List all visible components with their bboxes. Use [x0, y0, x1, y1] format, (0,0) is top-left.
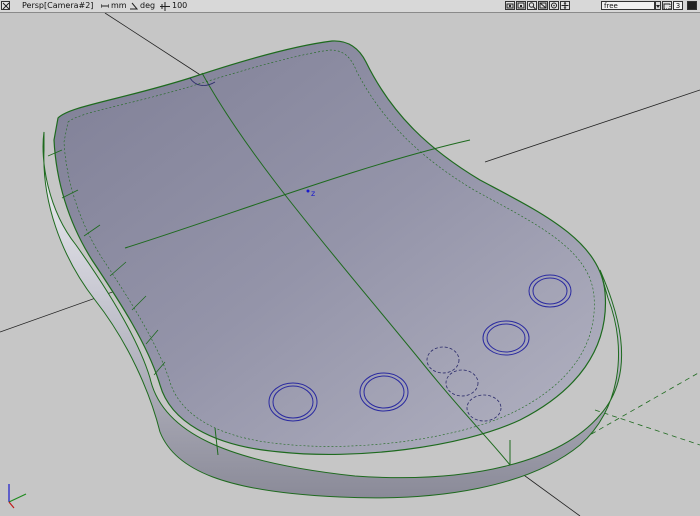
perspective-viewport[interactable]: z	[0, 13, 700, 516]
camera-icon	[506, 3, 514, 9]
zoom-extents-icon	[539, 2, 547, 9]
length-unit-label: mm	[111, 1, 127, 10]
zoom-extents-button[interactable]	[538, 1, 548, 10]
viewport-canvas[interactable]: z	[0, 13, 700, 516]
zoom-button[interactable]	[527, 1, 537, 10]
fit-view-icon	[663, 3, 671, 10]
orbit-button[interactable]	[549, 1, 559, 10]
viewport-toolbar: Persp[Camera#2] mm deg 100 free 3	[0, 0, 700, 13]
axis-label: z	[311, 189, 315, 198]
pan-icon	[561, 2, 569, 9]
zoom-window-icon	[517, 2, 525, 9]
scale-unit-label: 100	[172, 1, 188, 10]
length-icon	[101, 4, 109, 8]
scale-unit[interactable]: 100	[160, 0, 187, 12]
angle-icon	[130, 2, 138, 10]
zoom-icon	[528, 2, 536, 9]
fit-view-button[interactable]	[662, 1, 672, 10]
zoom-window-button[interactable]	[516, 1, 526, 10]
view-tools	[505, 1, 570, 10]
angle-unit-label: deg	[140, 1, 156, 10]
orbit-icon	[551, 2, 557, 9]
maximize-viewport-button[interactable]	[687, 1, 697, 10]
view-mode-select[interactable]: free	[601, 1, 655, 10]
layer-count-field[interactable]: 3	[673, 1, 683, 10]
length-unit[interactable]: mm	[101, 0, 127, 12]
close-icon	[2, 2, 10, 10]
cad-application: Persp[Camera#2] mm deg 100 free 3 z	[0, 0, 700, 516]
camera-button[interactable]	[505, 1, 515, 10]
angle-unit[interactable]: deg	[129, 0, 155, 12]
chevron-down-icon	[656, 5, 660, 8]
origin-marker	[306, 189, 310, 193]
scale-icon	[160, 1, 170, 11]
viewport-title[interactable]: Persp[Camera#2]	[22, 0, 93, 12]
pan-button[interactable]	[560, 1, 570, 10]
close-viewport-button[interactable]	[1, 1, 10, 10]
view-mode-dropdown-button[interactable]	[655, 1, 661, 10]
